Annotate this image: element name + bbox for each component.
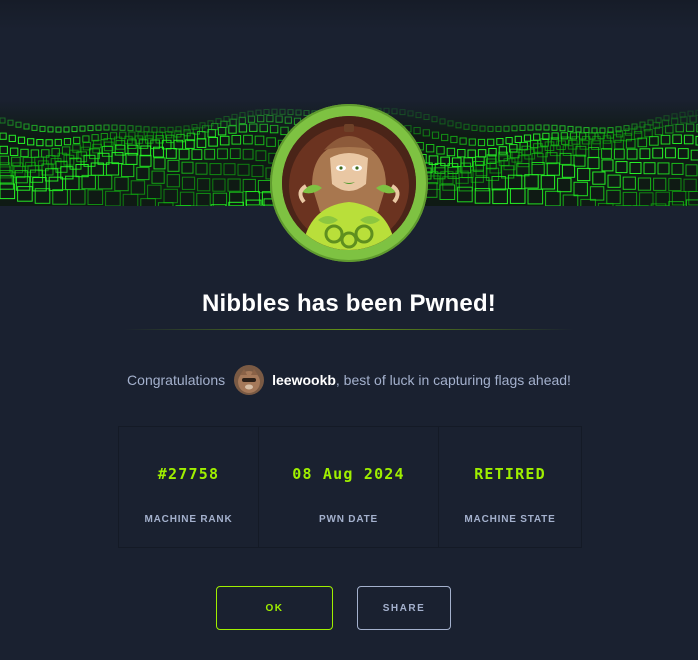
- stat-machine-state: RETIRED MACHINE STATE: [439, 427, 581, 547]
- user-avatar: [234, 365, 265, 395]
- congrats-suffix: , best of luck in capturing flags ahead!: [335, 372, 571, 388]
- stat-pwn-date: 08 Aug 2024 PWN DATE: [259, 427, 439, 547]
- stat-machine-rank: #27758 MACHINE RANK: [119, 427, 259, 547]
- title-divider: [124, 329, 574, 330]
- modal-top-bar: [0, 0, 698, 30]
- ok-button[interactable]: OK: [216, 586, 333, 630]
- machine-avatar: [270, 104, 428, 262]
- page-title: Nibbles has been Pwned!: [202, 290, 496, 317]
- machine-state-value: RETIRED: [474, 465, 546, 483]
- share-button[interactable]: SHARE: [357, 586, 451, 630]
- pwn-date-value: 08 Aug 2024: [292, 465, 405, 483]
- username[interactable]: leewookb: [272, 372, 336, 388]
- machine-rank-value: #27758: [157, 465, 220, 483]
- stats-panel: #27758 MACHINE RANK 08 Aug 2024 PWN DATE…: [118, 426, 582, 548]
- machine-rank-label: MACHINE RANK: [144, 514, 233, 525]
- user-avatar-icon: [234, 365, 265, 395]
- congratulations-message: Congratulations leewookb , best of luck …: [0, 364, 698, 396]
- machine-state-label: MACHINE STATE: [464, 514, 556, 525]
- congrats-prefix: Congratulations: [127, 372, 226, 388]
- machine-avatar-image: [282, 116, 416, 250]
- nibbles-avatar-icon: [282, 116, 416, 250]
- pwn-date-label: PWN DATE: [319, 514, 378, 525]
